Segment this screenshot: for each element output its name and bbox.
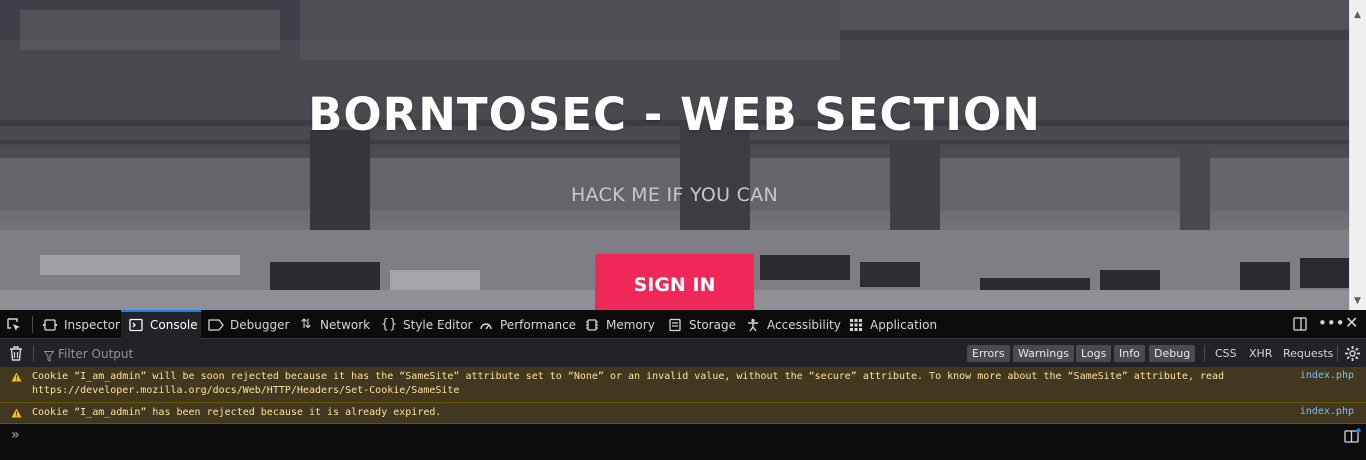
tab-memory[interactable]: Memory bbox=[584, 310, 655, 339]
element-picker-icon bbox=[7, 317, 20, 331]
warning-icon bbox=[11, 372, 22, 385]
tab-application[interactable]: Application bbox=[848, 310, 937, 339]
tab-label: Inspector bbox=[64, 317, 120, 332]
message-source-link[interactable]: index.php bbox=[1300, 370, 1354, 381]
application-icon bbox=[848, 317, 864, 333]
page-scrollbar[interactable]: ▲ ▼ bbox=[1349, 0, 1366, 310]
filter-css-button[interactable]: CSS bbox=[1215, 345, 1237, 362]
filter-divider bbox=[1204, 345, 1205, 362]
memory-icon bbox=[584, 317, 600, 333]
style-editor-icon: {} bbox=[380, 317, 398, 332]
tab-accessibility[interactable]: Accessibility bbox=[745, 310, 841, 339]
tab-label: Storage bbox=[689, 317, 736, 332]
debugger-icon bbox=[208, 317, 224, 333]
filter-divider bbox=[1337, 345, 1338, 362]
devtools-panel: Inspector Console Debugger ⇅ Network {} … bbox=[0, 310, 1366, 460]
filter-divider bbox=[33, 345, 34, 362]
scroll-down-icon[interactable]: ▼ bbox=[1354, 296, 1361, 306]
warning-icon bbox=[11, 408, 22, 421]
console-warning-message: Cookie “I_am_admin” will be soon rejecte… bbox=[0, 368, 1366, 403]
page-title: BORNTOSEC - WEB SECTION bbox=[308, 88, 1041, 141]
filter-logs-button[interactable]: Logs bbox=[1076, 345, 1112, 362]
devtools-toolbar: Inspector Console Debugger ⇅ Network {} … bbox=[0, 310, 1366, 339]
prompt-chevron-icon: » bbox=[11, 427, 20, 443]
tab-network[interactable]: ⇅ Network bbox=[298, 310, 371, 339]
tab-debugger[interactable]: Debugger bbox=[208, 310, 289, 339]
toolbar-divider bbox=[32, 316, 33, 333]
tab-label: Style Editor bbox=[403, 317, 473, 332]
tab-console[interactable]: Console bbox=[121, 310, 201, 339]
filter-info-button[interactable]: Info bbox=[1114, 345, 1145, 362]
console-input[interactable] bbox=[30, 426, 1330, 444]
tab-label: Network bbox=[320, 317, 371, 332]
storage-icon bbox=[667, 317, 683, 333]
tab-performance[interactable]: Performance bbox=[478, 310, 576, 339]
message-source-link[interactable]: index.php bbox=[1300, 406, 1354, 417]
page-subtitle: HACK ME IF YOU CAN bbox=[570, 184, 779, 206]
editor-mode-toggle-icon[interactable] bbox=[1344, 428, 1361, 447]
network-icon: ⇅ bbox=[300, 317, 312, 332]
close-icon[interactable]: ✕ bbox=[1345, 315, 1358, 331]
console-settings-gear-icon[interactable] bbox=[1344, 345, 1361, 366]
console-warning-message: Cookie “I_am_admin” has been rejected be… bbox=[0, 403, 1366, 424]
console-icon bbox=[128, 317, 144, 333]
warning-message-text: Cookie “I_am_admin” will be soon rejecte… bbox=[32, 371, 1225, 382]
filter-debug-button[interactable]: Debug bbox=[1149, 345, 1196, 362]
samesite-doc-link[interactable]: https://developer.mozilla.org/docs/Web/H… bbox=[32, 384, 459, 398]
tab-label: Accessibility bbox=[767, 317, 841, 332]
hero-section: BORNTOSEC - WEB SECTION HACK ME IF YOU C… bbox=[0, 0, 1366, 310]
filter-warnings-button[interactable]: Warnings bbox=[1013, 345, 1074, 362]
tab-inspector[interactable]: Inspector bbox=[40, 310, 126, 339]
filter-errors-button[interactable]: Errors bbox=[967, 345, 1010, 362]
filter-requests-button[interactable]: Requests bbox=[1283, 345, 1333, 362]
tab-label: Application bbox=[870, 317, 938, 332]
dock-side-icon[interactable] bbox=[1292, 316, 1308, 335]
element-picker-button[interactable] bbox=[6, 310, 28, 339]
tab-label: Performance bbox=[500, 317, 577, 332]
sign-in-button[interactable]: SIGN IN bbox=[595, 254, 754, 310]
performance-icon bbox=[478, 317, 494, 333]
inspector-icon bbox=[42, 317, 58, 333]
filter-output-input[interactable] bbox=[40, 343, 940, 364]
tab-storage[interactable]: Storage bbox=[667, 310, 736, 339]
console-input-row: » bbox=[0, 424, 1366, 460]
accessibility-icon bbox=[745, 317, 761, 333]
warning-message-text: Cookie “I_am_admin” has been rejected be… bbox=[32, 407, 442, 418]
tab-label: Debugger bbox=[230, 317, 290, 332]
console-filter-bar: Errors Warnings Logs Info Debug CSS XHR … bbox=[0, 339, 1366, 368]
tab-label: Console bbox=[150, 317, 198, 332]
scroll-up-icon[interactable]: ▲ bbox=[1354, 10, 1361, 20]
filter-xhr-button[interactable]: XHR bbox=[1249, 345, 1272, 362]
more-options-icon[interactable]: ••• bbox=[1318, 315, 1345, 331]
clear-console-icon[interactable] bbox=[8, 345, 24, 366]
tab-style-editor[interactable]: {} Style Editor bbox=[380, 310, 473, 339]
tab-label: Memory bbox=[606, 317, 655, 332]
